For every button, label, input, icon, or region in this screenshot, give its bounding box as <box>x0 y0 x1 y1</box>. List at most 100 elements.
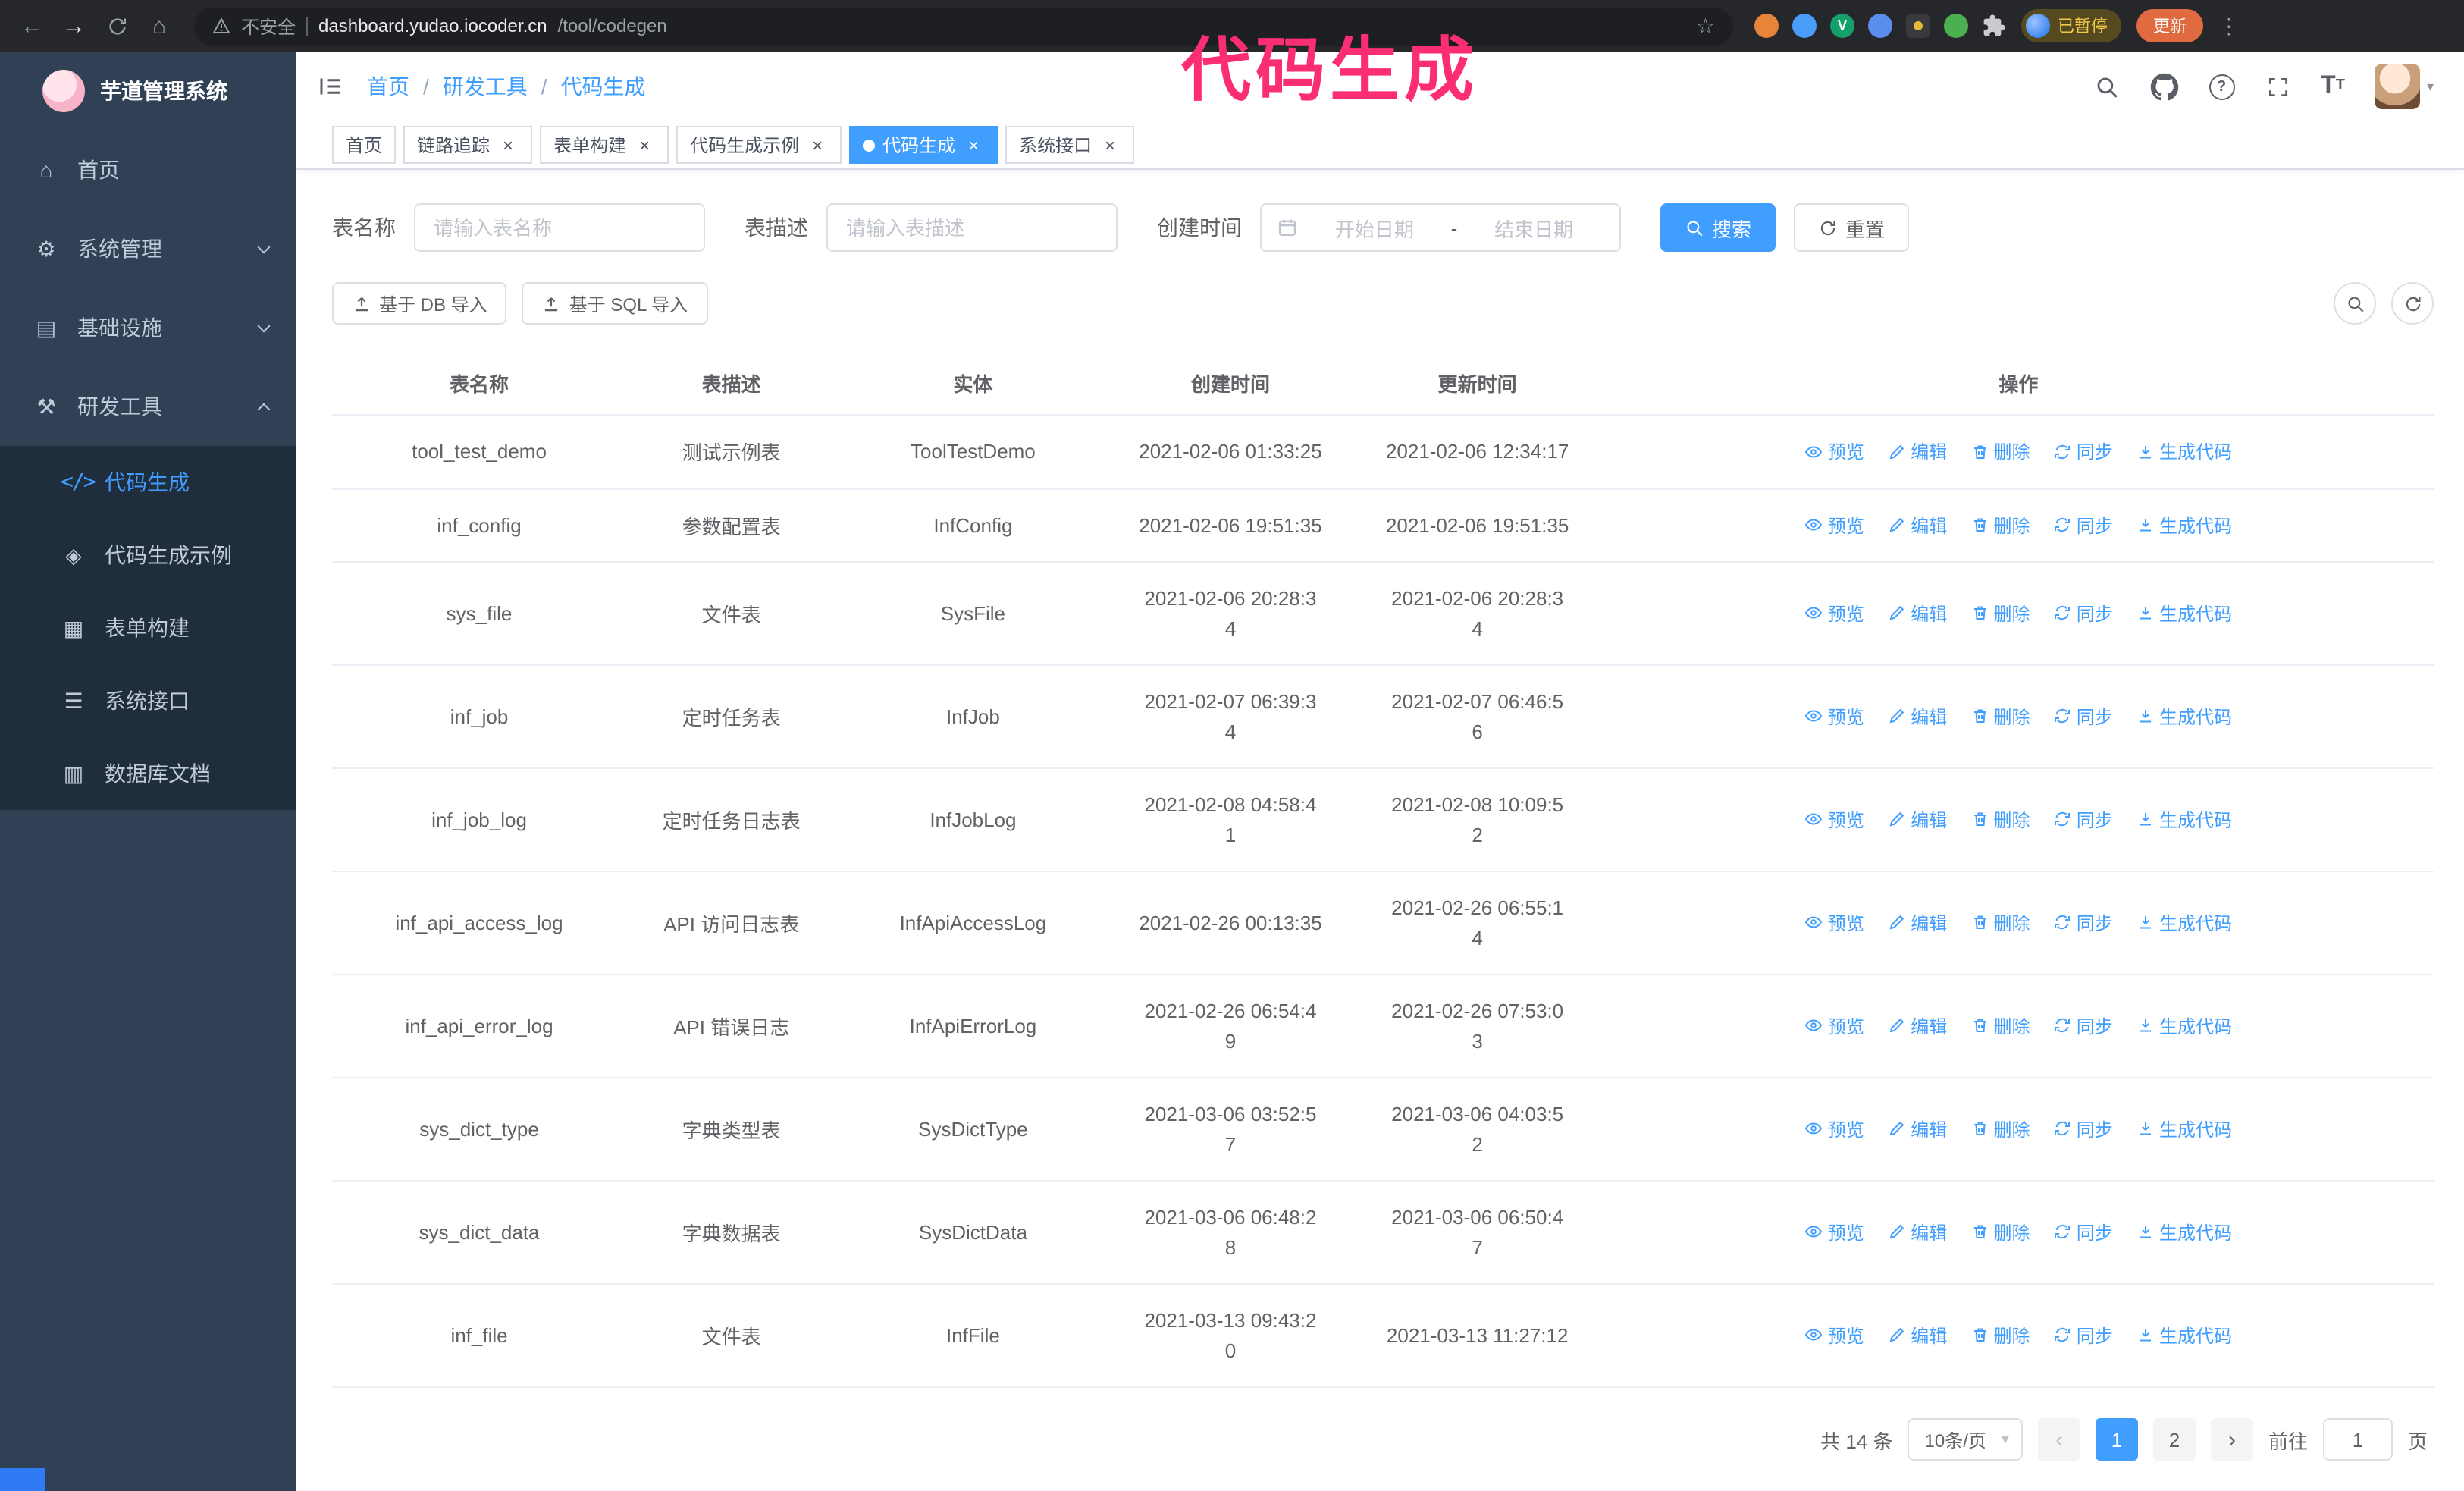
font-size-button[interactable]: TT <box>2321 74 2345 99</box>
delete-link[interactable]: 删除 <box>1970 438 2030 464</box>
tab-codegen-example[interactable]: 代码生成示例 × <box>676 126 842 164</box>
sync-link[interactable]: 同步 <box>2054 1323 2113 1348</box>
tab-form-builder[interactable]: 表单构建 × <box>540 126 669 164</box>
generate-code-link[interactable]: 生成代码 <box>2136 704 2232 730</box>
browser-update-button[interactable]: 更新 <box>2136 9 2203 42</box>
preview-link[interactable]: 预览 <box>1805 1323 1864 1348</box>
import-sql-button[interactable]: 基于 SQL 导入 <box>522 282 708 325</box>
page-2-button[interactable]: 2 <box>2152 1418 2196 1461</box>
close-icon[interactable]: × <box>963 134 984 155</box>
sidebar-item-codegen-example[interactable]: ◈ 代码生成示例 <box>0 519 296 592</box>
sync-link[interactable]: 同步 <box>2054 438 2113 464</box>
import-db-button[interactable]: 基于 DB 导入 <box>332 282 507 325</box>
generate-code-link[interactable]: 生成代码 <box>2136 601 2232 626</box>
generate-code-link[interactable]: 生成代码 <box>2136 1116 2232 1142</box>
sync-link[interactable]: 同步 <box>2054 704 2113 730</box>
sidebar-item-home[interactable]: ⌂ 首页 <box>0 130 296 209</box>
delete-link[interactable]: 删除 <box>1970 601 2030 626</box>
delete-link[interactable]: 删除 <box>1970 1323 2030 1348</box>
delete-link[interactable]: 删除 <box>1970 1116 2030 1142</box>
browser-back-button[interactable]: ← <box>18 13 45 39</box>
sidebar-toggle-button[interactable] <box>317 73 344 100</box>
extension-icon-people[interactable] <box>1868 14 1892 38</box>
preview-link[interactable]: 预览 <box>1805 512 1864 538</box>
search-button[interactable]: 搜索 <box>1660 203 1776 252</box>
edit-link[interactable]: 编辑 <box>1888 1116 1947 1142</box>
edit-link[interactable]: 编辑 <box>1888 1323 1947 1348</box>
next-page-button[interactable]: › <box>2210 1418 2253 1461</box>
delete-link[interactable]: 删除 <box>1970 704 2030 730</box>
sidebar-item-form-builder[interactable]: ▦ 表单构建 <box>0 592 296 664</box>
extension-icon-vue[interactable]: V <box>1830 14 1854 38</box>
close-icon[interactable]: × <box>807 134 828 155</box>
browser-reload-button[interactable] <box>103 14 130 37</box>
close-icon[interactable]: × <box>497 134 519 155</box>
sidebar-item-devtools[interactable]: ⚒ 研发工具 <box>0 367 296 446</box>
tab-tracing[interactable]: 链路追踪 × <box>403 126 533 164</box>
sidebar-item-system-management[interactable]: ⚙ 系统管理 <box>0 209 296 288</box>
breadcrumb-home[interactable]: 首页 <box>367 71 409 102</box>
edit-link[interactable]: 编辑 <box>1888 1013 1947 1039</box>
table-name-input[interactable] <box>414 203 705 252</box>
tab-system-api[interactable]: 系统接口 × <box>1005 126 1135 164</box>
preview-link[interactable]: 预览 <box>1805 1013 1864 1039</box>
edit-link[interactable]: 编辑 <box>1888 601 1947 626</box>
browser-menu-icon[interactable]: ⋮ <box>2218 13 2240 39</box>
extension-icon-green[interactable] <box>1944 14 1968 38</box>
browser-forward-button[interactable]: → <box>61 13 88 39</box>
preview-link[interactable]: 预览 <box>1805 1116 1864 1142</box>
preview-link[interactable]: 预览 <box>1805 438 1864 464</box>
page-1-button[interactable]: 1 <box>2095 1418 2138 1461</box>
sync-link[interactable]: 同步 <box>2054 807 2113 833</box>
breadcrumb-devtools[interactable]: 研发工具 <box>443 71 528 102</box>
sidebar-item-db-doc[interactable]: ▥ 数据库文档 <box>0 737 296 810</box>
app-logo[interactable]: 芋道管理系统 <box>0 52 296 130</box>
preview-link[interactable]: 预览 <box>1805 1219 1864 1245</box>
sync-link[interactable]: 同步 <box>2054 512 2113 538</box>
edit-link[interactable]: 编辑 <box>1888 438 1947 464</box>
sync-link[interactable]: 同步 <box>2054 910 2113 936</box>
github-button[interactable] <box>2149 72 2178 101</box>
extension-icon-dark[interactable] <box>1906 14 1930 38</box>
reset-button[interactable]: 重置 <box>1794 203 1910 252</box>
toggle-search-button[interactable] <box>2334 282 2376 325</box>
edit-link[interactable]: 编辑 <box>1888 704 1947 730</box>
edit-link[interactable]: 编辑 <box>1888 807 1947 833</box>
preview-link[interactable]: 预览 <box>1805 807 1864 833</box>
delete-link[interactable]: 删除 <box>1970 1219 2030 1245</box>
tab-codegen[interactable]: 代码生成 × <box>849 126 998 164</box>
generate-code-link[interactable]: 生成代码 <box>2136 1323 2232 1348</box>
sync-link[interactable]: 同步 <box>2054 601 2113 626</box>
bookmark-star-icon[interactable]: ☆ <box>1696 13 1715 39</box>
user-menu[interactable]: ▾ <box>2375 64 2434 109</box>
preview-link[interactable]: 预览 <box>1805 910 1864 936</box>
delete-link[interactable]: 删除 <box>1970 1013 2030 1039</box>
profile-paused-chip[interactable]: 已暂停 <box>2021 9 2121 42</box>
browser-home-button[interactable]: ⌂ <box>146 13 173 39</box>
edit-link[interactable]: 编辑 <box>1888 512 1947 538</box>
sidebar-item-infrastructure[interactable]: ▤ 基础设施 <box>0 288 296 367</box>
delete-link[interactable]: 删除 <box>1970 910 2030 936</box>
sync-link[interactable]: 同步 <box>2054 1219 2113 1245</box>
generate-code-link[interactable]: 生成代码 <box>2136 512 2232 538</box>
extension-icon-orange[interactable] <box>1754 14 1779 38</box>
edit-link[interactable]: 编辑 <box>1888 910 1947 936</box>
refresh-table-button[interactable] <box>2391 282 2434 325</box>
generate-code-link[interactable]: 生成代码 <box>2136 807 2232 833</box>
extensions-puzzle-icon[interactable] <box>1982 14 2006 38</box>
page-size-select[interactable]: 10条/页 ▾ <box>1908 1418 2023 1461</box>
preview-link[interactable]: 预览 <box>1805 601 1864 626</box>
generate-code-link[interactable]: 生成代码 <box>2136 1219 2232 1245</box>
extension-icon-drop[interactable] <box>1792 14 1817 38</box>
preview-link[interactable]: 预览 <box>1805 704 1864 730</box>
table-desc-input[interactable] <box>826 203 1118 252</box>
date-range-picker[interactable]: 开始日期 - 结束日期 <box>1260 203 1621 252</box>
sidebar-item-system-api[interactable]: ☰ 系统接口 <box>0 664 296 737</box>
delete-link[interactable]: 删除 <box>1970 807 2030 833</box>
delete-link[interactable]: 删除 <box>1970 512 2030 538</box>
generate-code-link[interactable]: 生成代码 <box>2136 438 2232 464</box>
generate-code-link[interactable]: 生成代码 <box>2136 1013 2232 1039</box>
jump-page-input[interactable] <box>2322 1418 2393 1461</box>
close-icon[interactable]: × <box>634 134 655 155</box>
prev-page-button[interactable]: ‹ <box>2037 1418 2080 1461</box>
